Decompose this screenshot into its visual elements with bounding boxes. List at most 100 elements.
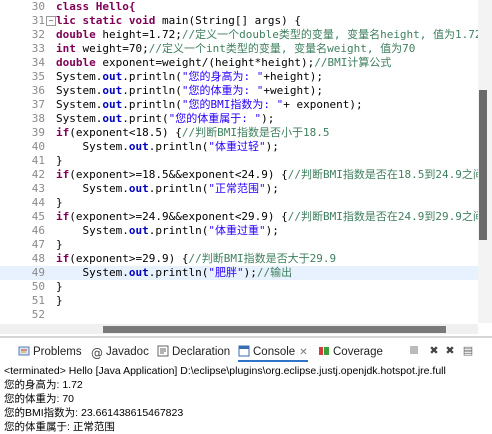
code-text: double height=1.72;//定义一个double类型的变量, 变量… <box>56 28 482 42</box>
line-number: 50 <box>31 280 45 293</box>
code-line[interactable]: 42 if(exponent>=18.5&&exponent<24.9) {//判… <box>0 168 492 182</box>
code-token: .print( <box>122 112 169 125</box>
remove-all-icon[interactable]: ✖ <box>443 344 457 358</box>
field-token: out <box>128 140 149 153</box>
code-line[interactable]: 39 if(exponent<18.5) {//判断BMI指数是否小于18.5 <box>0 126 492 140</box>
tab-javadoc[interactable]: @ Javadoc <box>91 342 149 362</box>
code-token: (exponent>=24.9&&exponent<29.9) { <box>69 210 288 223</box>
code-text: int weight=70;//定义一个int类型的变量, 变量名weight,… <box>56 42 415 56</box>
tab-label: Declaration <box>172 346 231 358</box>
code-line[interactable]: 35 System.out.println("您的身高为: "+height); <box>0 70 492 84</box>
code-line[interactable]: 52 <box>0 308 492 322</box>
string-token: "您的体重属于: " <box>168 112 262 125</box>
code-line[interactable]: 49 System.out.println("肥胖");//输出 <box>0 266 492 280</box>
vertical-scrollbar-thumb[interactable] <box>479 90 487 240</box>
comment-token: //输出 <box>256 266 293 279</box>
code-editor[interactable]: 30 class Hello{31− lic static void main(St… <box>0 0 492 338</box>
code-token: System. <box>56 182 129 195</box>
line-number: 43 <box>31 182 45 195</box>
code-token: +weight); <box>263 84 323 97</box>
code-line[interactable]: 34 double exponent=weight/(height*height)… <box>0 56 492 70</box>
code-line[interactable]: 37 System.out.println("您的BMI指数为: "+ expon… <box>0 98 492 112</box>
code-line[interactable]: 50} <box>0 280 492 294</box>
line-number: 34 <box>31 56 45 69</box>
tab-problems[interactable]: Problems <box>18 342 82 362</box>
code-text: System.out.println("正常范围"); <box>56 182 278 196</box>
code-line[interactable]: 47} <box>0 238 492 252</box>
code-token: System. <box>56 112 103 125</box>
tab-console[interactable]: Console ✕ <box>238 342 308 362</box>
field-token: out <box>128 224 149 237</box>
code-text: System.out.println("您的身高为: "+height); <box>56 70 323 84</box>
tab-label: Problems <box>33 346 82 358</box>
code-line[interactable]: 44} <box>0 196 492 210</box>
code-line[interactable]: 46 System.out.println("体重过重"); <box>0 224 492 238</box>
coverage-icon <box>318 344 330 356</box>
code-token: (exponent>=18.5&&exponent<24.9) { <box>69 168 288 181</box>
line-number: 52 <box>31 308 45 321</box>
comment-token: //判断BMI指数是否在24.9到29.9之间 <box>287 210 484 223</box>
panel-divider[interactable] <box>0 336 492 338</box>
code-token: } <box>56 294 63 307</box>
code-text: System.out.println("体重过重"); <box>56 224 278 238</box>
code-text: } <box>56 154 63 168</box>
line-number: 45 <box>31 210 45 223</box>
code-line[interactable]: 43 System.out.println("正常范围"); <box>0 182 492 196</box>
code-text: if(exponent>=24.9&&exponent<29.9) {//判断B… <box>56 210 484 224</box>
javadoc-icon: @ <box>91 346 103 360</box>
keyword-token: lic static void <box>56 14 162 27</box>
console-icon <box>238 344 250 357</box>
code-line[interactable]: 36 System.out.println("您的体重为: "+weight); <box>0 84 492 98</box>
code-token: .println( <box>122 98 182 111</box>
keyword-token: class Hello{ <box>56 0 136 13</box>
comment-token: //判断BMI指数是否在18.5到24.9之间 <box>287 168 484 181</box>
field-token: out <box>102 70 123 83</box>
console-output[interactable]: <terminated> Hello [Java Application] D:… <box>0 364 492 433</box>
code-token: System. <box>56 98 103 111</box>
code-line[interactable]: 48 if(exponent>=29.9) {//判断BMI指数是否大于29.9 <box>0 252 492 266</box>
code-token: System. <box>56 266 129 279</box>
code-line[interactable]: 41} <box>0 154 492 168</box>
fold-toggle-icon[interactable]: − <box>46 16 56 26</box>
code-line[interactable]: 51} <box>0 294 492 308</box>
code-token: .println( <box>148 224 209 237</box>
code-token: System. <box>56 84 103 97</box>
code-line[interactable]: 30 class Hello{ <box>0 0 492 14</box>
code-token: weight=70; <box>82 42 149 55</box>
remove-launch-icon[interactable]: ✖ <box>427 344 441 358</box>
code-token: ); <box>243 266 257 279</box>
code-line[interactable]: 40 System.out.println("体重过轻"); <box>0 140 492 154</box>
code-line[interactable]: 45 if(exponent>=24.9&&exponent<29.9) {//判… <box>0 210 492 224</box>
code-line[interactable]: 33 int weight=70;//定义一个int类型的变量, 变量名weigh… <box>0 42 492 56</box>
code-token: System. <box>56 70 103 83</box>
line-number: 37 <box>31 98 45 111</box>
code-text: System.out.print("您的体重属于: "); <box>56 112 274 126</box>
horizontal-scrollbar-thumb[interactable] <box>103 326 446 333</box>
line-number: 31 <box>31 14 45 27</box>
line-number: 49 <box>31 266 45 279</box>
code-text: if(exponent>=29.9) {//判断BMI指数是否大于29.9 <box>56 252 336 266</box>
scroll-lock-icon[interactable]: ▤ <box>461 344 475 358</box>
console-toolbar: ✖ ✖ ▤ <box>405 344 492 360</box>
line-number: 33 <box>31 42 45 55</box>
line-number: 48 <box>31 252 45 265</box>
line-number: 35 <box>31 70 45 83</box>
keyword-token: int <box>56 42 83 55</box>
stop-icon[interactable] <box>407 344 421 358</box>
code-text: } <box>56 238 63 252</box>
problems-icon <box>18 344 30 356</box>
code-line[interactable]: 31− lic static void main(String[] args) { <box>0 14 492 28</box>
code-text: if(exponent<18.5) {//判断BMI指数是否小于18.5 <box>56 126 329 140</box>
tab-coverage[interactable]: Coverage <box>318 342 383 362</box>
keyword-token: if <box>56 210 70 223</box>
code-text: } <box>56 196 63 210</box>
declaration-icon <box>157 344 169 357</box>
close-icon[interactable]: ✕ <box>299 347 307 358</box>
line-number: 41 <box>31 154 45 167</box>
code-line[interactable]: 32 double height=1.72;//定义一个double类型的变量, … <box>0 28 492 42</box>
code-line[interactable]: 38 System.out.print("您的体重属于: "); <box>0 112 492 126</box>
string-token: "正常范围" <box>208 182 266 195</box>
field-token: out <box>128 182 149 195</box>
tab-declaration[interactable]: Declaration <box>157 342 230 362</box>
code-text: } <box>56 294 63 308</box>
